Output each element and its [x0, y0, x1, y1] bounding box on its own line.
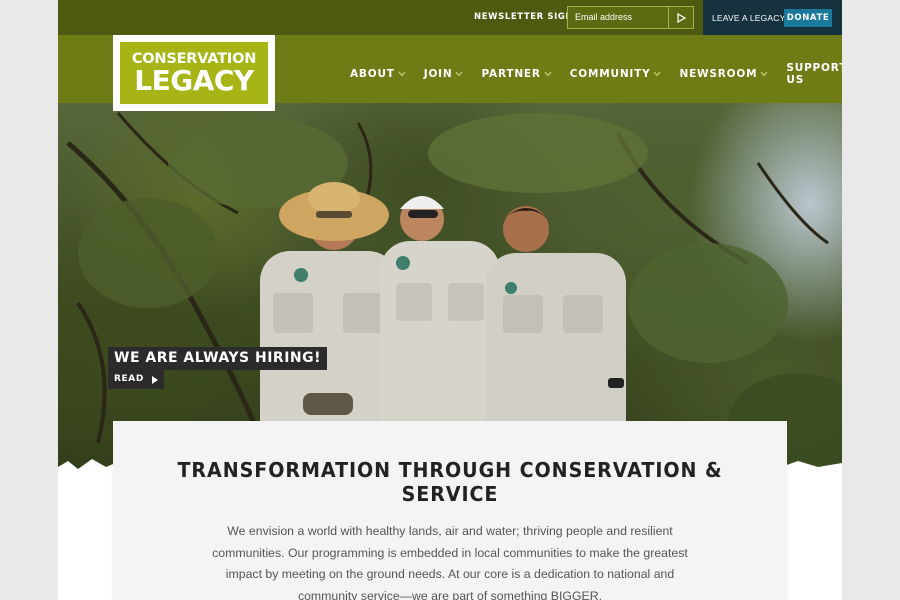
- read-label: READ: [114, 374, 144, 384]
- main-nav: ABOUT JOIN PARTNER COMMUNITY NEWSROOM SU…: [350, 62, 842, 86]
- nav-item-join[interactable]: JOIN: [424, 62, 464, 86]
- hiring-callout[interactable]: WE ARE ALWAYS HIRING!: [108, 347, 328, 370]
- donate-button[interactable]: DONATE: [784, 9, 832, 27]
- chevron-down-icon: [654, 71, 661, 77]
- intro-title: TRANSFORMATION THROUGH CONSERVATION & SE…: [177, 458, 723, 506]
- logo[interactable]: CONSERVATION LEGACY: [113, 35, 275, 111]
- nav-item-partner[interactable]: PARTNER: [481, 62, 552, 86]
- hero-scene: [66, 112, 842, 475]
- nav-item-about[interactable]: ABOUT: [350, 62, 406, 86]
- leave-a-legacy-link[interactable]: LEAVE A LEGACY: [712, 13, 786, 23]
- hero-image: WE ARE ALWAYS HIRING! READ: [58, 103, 842, 475]
- chevron-down-icon: [398, 71, 406, 77]
- chevron-down-icon: [760, 71, 768, 77]
- nav-label: ABOUT: [350, 68, 395, 80]
- nav-item-community[interactable]: COMMUNITY: [570, 62, 662, 86]
- nav-label: SUPPORT US: [786, 62, 842, 86]
- nav-label: COMMUNITY: [569, 68, 651, 80]
- newsletter-submit-button[interactable]: [669, 6, 694, 29]
- chevron-down-icon: [544, 71, 552, 77]
- send-arrow-icon: [676, 12, 686, 23]
- tree-branch: [76, 301, 107, 444]
- nav-label: PARTNER: [481, 68, 541, 80]
- chevron-down-icon: [456, 71, 463, 77]
- site-header: CONSERVATION LEGACY ABOUT JOIN PARTNER C…: [58, 35, 842, 111]
- email-input[interactable]: Email address: [567, 6, 669, 29]
- utility-bar: NEWSLETTER SIGNUP Email address LEAVE A …: [58, 0, 842, 35]
- patch-badge: [396, 256, 410, 270]
- foliage: [78, 198, 218, 308]
- nav-item-support-us[interactable]: SUPPORT US: [786, 62, 842, 86]
- read-button[interactable]: READ: [108, 370, 164, 389]
- patch-badge: [505, 282, 517, 294]
- patch-badge: [294, 268, 308, 282]
- foliage: [428, 113, 648, 193]
- page: NEWSLETTER SIGNUP Email address LEAVE A …: [58, 0, 842, 600]
- logo-text-line2: LEGACY: [134, 63, 254, 97]
- logo-mark: CONSERVATION LEGACY: [120, 42, 268, 104]
- nav-label: JOIN: [423, 68, 453, 80]
- intro-card: TRANSFORMATION THROUGH CONSERVATION & SE…: [113, 421, 787, 600]
- intro-body: We envision a world with healthy lands, …: [212, 524, 688, 600]
- nav-item-newsroom[interactable]: NEWSROOM: [679, 62, 768, 86]
- nav-label: NEWSROOM: [679, 68, 758, 80]
- tree-branch: [756, 162, 829, 245]
- play-arrow-icon: [151, 375, 158, 384]
- legacy-donate-area: LEAVE A LEGACY DONATE: [703, 0, 842, 35]
- foliage: [628, 243, 788, 363]
